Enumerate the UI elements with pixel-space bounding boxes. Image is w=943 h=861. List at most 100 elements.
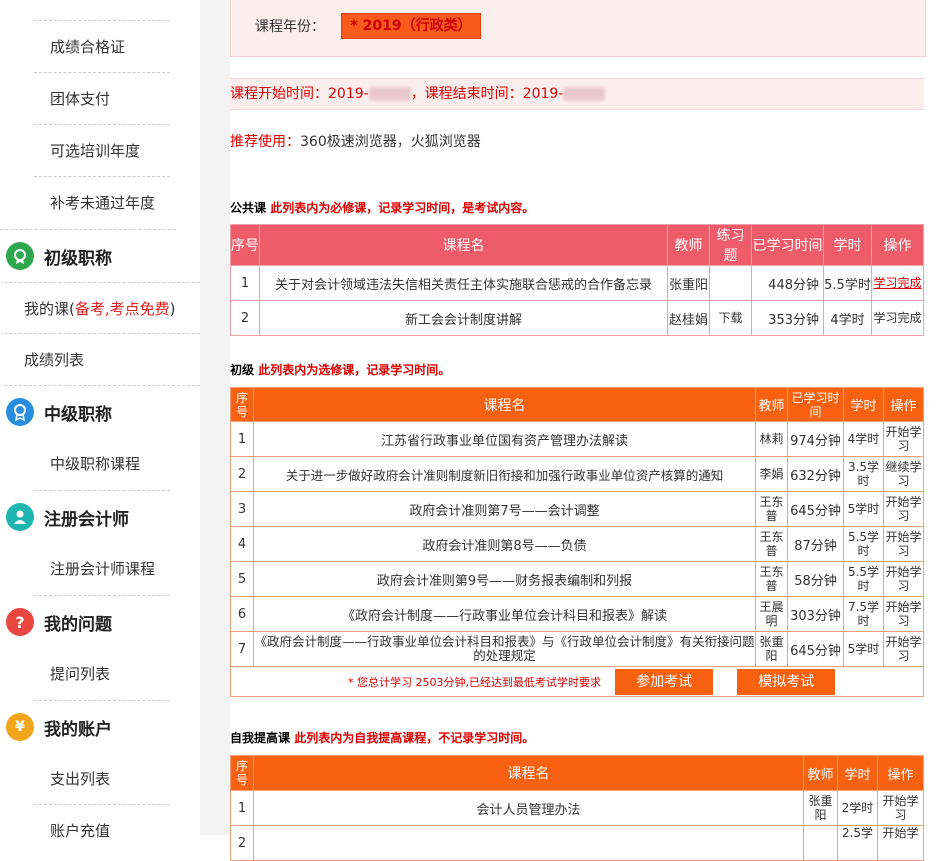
question-icon: ? (6, 608, 34, 636)
row-studied: 632分钟 (787, 456, 844, 492)
row-course-name (253, 825, 804, 861)
course-start-label: 课程开始时间：2019- (230, 86, 369, 102)
col-no: 序号 (230, 387, 254, 422)
junior-section-title: 初级 此列表内为选修课，记录学习时间。 (230, 361, 450, 378)
row-hours: 5学时 (843, 631, 884, 667)
row-hours: 5学时 (843, 491, 884, 527)
row-teacher: 赵桂娟 (667, 300, 710, 336)
sidebar-section-middle[interactable]: 中级职称 (0, 386, 200, 438)
table-header-row: 序号 课程名 教师 学时 操作 (230, 755, 924, 791)
download-link[interactable]: 下载 (709, 300, 752, 336)
start-study-button[interactable]: 开始学习 (883, 596, 924, 632)
row-studied: 303分钟 (787, 596, 844, 632)
start-study-button[interactable]: 开始学习 (883, 526, 924, 562)
study-complete-link[interactable]: 学习完成 (873, 276, 921, 290)
row-studied: 974分钟 (787, 421, 844, 457)
sidebar-divider (200, 0, 230, 835)
row-hours: 5.5学时 (843, 561, 884, 597)
sidebar-item-score-list[interactable]: 成绩列表 (4, 334, 200, 386)
sidebar-section-question[interactable]: ? 我的问题 (6, 595, 170, 648)
continue-study-button[interactable]: 继续学习 (883, 456, 924, 492)
row-course-name: 关于进一步做好政府会计准则制度新旧衔接和加强行政事业单位资产核算的通知 (253, 456, 756, 492)
col-name: 课程名 (253, 387, 756, 422)
col-teacher: 教师 (667, 224, 710, 266)
sidebar-item-question-list[interactable]: 提问列表 (34, 648, 170, 700)
row-teacher: 王东普 (755, 491, 788, 527)
row-no: 1 (230, 790, 254, 826)
course-year-select[interactable]: * 2019（行政类） (341, 13, 481, 39)
start-study-button[interactable]: 开始学习 (883, 631, 924, 667)
col-studied: 已学习时间 (787, 387, 844, 422)
table-header-row: 序号 课程名 教师 已学习时间 学时 操作 (230, 387, 924, 422)
badge-icon (6, 242, 34, 270)
my-course-label: 我的课( (24, 300, 75, 318)
row-no: 4 (230, 526, 254, 562)
sidebar-section-account[interactable]: ¥ 我的账户 (6, 700, 170, 753)
col-teacher: 教师 (803, 755, 838, 791)
table-row: 5 政府会计准则第9号——财务报表编制和列报 王东普 58分钟 5.5学时 开始学习 (230, 561, 924, 597)
self-title: 自我提高课 (230, 731, 291, 745)
row-hours: 4学时 (823, 300, 872, 336)
sidebar-item-my-course[interactable]: 我的课(备考,考点免费) (4, 282, 200, 334)
sidebar-section-cpa[interactable]: 注册会计师 (6, 490, 170, 543)
recommend-label: 推荐使用： (230, 134, 300, 150)
table-row: 1 江苏省行政事业单位国有资产管理办法解读 林莉 974分钟 4学时 开始学习 (230, 421, 924, 457)
col-hours: 学时 (837, 755, 878, 791)
sidebar-item-training-year[interactable]: 可选培训年度 (34, 125, 170, 177)
start-study-button[interactable]: 开始学习 (883, 491, 924, 527)
sidebar-item-recharge[interactable]: 账户充值 (34, 805, 170, 857)
row-studied: 58分钟 (787, 561, 844, 597)
sidebar-item-middle-course[interactable]: 中级职称课程 (34, 438, 170, 490)
browser-recommendation: 推荐使用：360极速浏览器，火狐浏览器 (230, 131, 481, 151)
row-teacher: 张重阳 (667, 265, 710, 301)
end-date-redacted (563, 87, 606, 101)
sidebar-item-expense-list[interactable]: 支出列表 (34, 753, 170, 805)
junior-rows: 1 江苏省行政事业单位国有资产管理办法解读 林莉 974分钟 4学时 开始学习 2 关于进一… (230, 421, 924, 697)
col-action: 操作 (883, 387, 924, 422)
row-no: 2 (230, 825, 254, 861)
col-no: 序号 (230, 755, 254, 791)
sidebar: 成绩合格证 团体支付 可选培训年度 补考未通过年度 初级职称 我的课(备考,考点… (0, 0, 200, 840)
sidebar-item-group-pay[interactable]: 团体支付 (34, 73, 170, 125)
col-name: 课程名 (253, 755, 804, 791)
col-studied: 已学习时间 (751, 224, 824, 266)
start-study-button[interactable]: 开始学习 (883, 421, 924, 457)
self-note: 此列表内为自我提高课程，不记录学习时间。 (294, 731, 535, 745)
row-course-name: 政府会计准则第7号——会计调整 (253, 491, 756, 527)
public-section-title: 公共课 此列表内为必修课，记录学习时间，是考试内容。 (230, 199, 534, 216)
public-course-table: 序号 课程名 教师 练习题 已学习时间 学时 操作 1 关于对会计领域违法失信相… (230, 224, 924, 336)
table-row: 2 关于进一步做好政府会计准则制度新旧衔接和加强行政事业单位资产核算的通知 李娟 63… (230, 456, 924, 492)
take-exam-button[interactable]: 参加考试 (615, 668, 714, 695)
row-course-name: 江苏省行政事业单位国有资产管理办法解读 (253, 421, 756, 457)
col-action: 操作 (877, 755, 924, 791)
row-no: 1 (230, 265, 260, 301)
row-course-name: 关于对会计领域违法失信相关责任主体实施联合惩戒的合作备忘录 (259, 265, 668, 301)
mock-exam-button[interactable]: 模拟考试 (737, 668, 836, 695)
sidebar-item-certificate[interactable]: 成绩合格证 (34, 21, 170, 73)
start-date-redacted (368, 87, 411, 101)
col-no: 序号 (230, 224, 260, 266)
start-study-button[interactable]: 开始学习 (877, 790, 924, 826)
row-no: 7 (230, 631, 254, 667)
col-hours: 学时 (823, 224, 872, 266)
row-hours: 2.5学 (837, 825, 878, 861)
row-course-name: 政府会计准则第8号——负债 (253, 526, 756, 562)
sidebar-item-cpa-course[interactable]: 注册会计师课程 (34, 543, 170, 595)
row-teacher: 王东普 (755, 526, 788, 562)
sidebar-item-retake-year[interactable]: 补考未通过年度 (34, 177, 170, 229)
row-studied: 448分钟 (751, 265, 824, 301)
row-teacher: 李娟 (755, 456, 788, 492)
start-study-button[interactable]: 开始学习 (883, 561, 924, 597)
course-year-label: 课程年份： (255, 19, 325, 35)
row-studied: 645分钟 (787, 491, 844, 527)
row-hours: 3.5学时 (843, 456, 884, 492)
sidebar-section-title: 注册会计师 (44, 509, 129, 530)
row-hours: 5.5学时 (823, 265, 872, 301)
sidebar-section-title: 中级职称 (44, 404, 112, 425)
row-no: 5 (230, 561, 254, 597)
col-teacher: 教师 (755, 387, 788, 422)
start-study-button[interactable]: 开始学 (877, 825, 924, 861)
table-row: 3 政府会计准则第7号——会计调整 王东普 645分钟 5学时 开始学习 (230, 491, 924, 527)
sidebar-section-junior[interactable]: 初级职称 (0, 229, 176, 282)
row-teacher: 王东普 (755, 561, 788, 597)
